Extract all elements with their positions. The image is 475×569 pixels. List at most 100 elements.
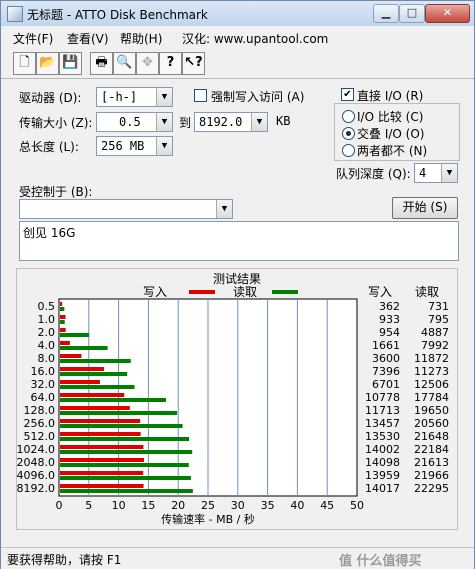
overlapped-io-radio[interactable] [342, 127, 355, 140]
category-label: 8.0 [38, 352, 56, 365]
read-bar [60, 424, 183, 428]
read-value: 19650 [414, 404, 449, 417]
context-help-icon[interactable]: ↖? [182, 52, 205, 75]
read-bar [60, 398, 166, 402]
transfer-to-select[interactable]: 8192.0 ▼ [194, 112, 268, 132]
x-tick-label: 35 [261, 499, 275, 512]
write-bar [60, 380, 100, 384]
read-bar [60, 476, 191, 480]
write-bar [60, 367, 105, 371]
transfer-from-select[interactable]: 0.5 ▼ [96, 112, 173, 132]
write-bar [60, 484, 144, 488]
app-icon [7, 6, 23, 22]
start-button[interactable]: 开始 (S) [392, 197, 458, 219]
write-value: 10778 [365, 391, 400, 404]
results-title: 测试结果 [213, 271, 261, 286]
write-value: 933 [379, 313, 400, 326]
direct-io-checkbox[interactable]: ✔ [341, 88, 354, 101]
chevron-down-icon: ▼ [156, 113, 172, 131]
read-bar [60, 437, 190, 441]
print-icon[interactable]: 🖶 [90, 52, 113, 75]
write-value: 1661 [372, 339, 400, 352]
category-label: 0.5 [38, 300, 56, 313]
x-tick-label: 40 [290, 499, 304, 512]
write-bar [60, 341, 70, 345]
read-value: 21613 [414, 456, 449, 469]
read-bar [60, 385, 135, 389]
write-bar [60, 302, 63, 306]
neither-radio[interactable] [342, 144, 355, 157]
app-window: 无标题 - ATTO Disk Benchmark ▁ □ ✕ 文件(F) 查看… [0, 0, 475, 569]
status-text: 要获得帮助，请按 F1 [7, 553, 122, 567]
read-column-header: 读取 [415, 285, 439, 299]
read-bar [60, 346, 108, 350]
drive-label: 驱动器 (D): [19, 91, 82, 105]
force-write-label: 强制写入访问 (A) [211, 90, 305, 104]
move-icon[interactable]: ✥ [136, 52, 159, 75]
read-bar [60, 359, 131, 363]
help-icon[interactable]: ? [159, 52, 182, 75]
write-bar [60, 393, 125, 397]
read-value: 17784 [414, 391, 449, 404]
save-icon[interactable]: 💾 [59, 52, 82, 75]
print-preview-icon[interactable]: 🔍 [113, 52, 136, 75]
write-bar [60, 432, 141, 436]
read-value: 22295 [414, 482, 449, 495]
read-bar [60, 463, 189, 467]
x-tick-label: 45 [320, 499, 334, 512]
menu-file[interactable]: 文件(F) [13, 30, 53, 47]
read-bar [60, 411, 178, 415]
description-field[interactable]: 创见 16G [19, 221, 459, 261]
io-mode-group: I/O 比较 (C) 交叠 I/O (O) 两者都不 (N) [334, 103, 460, 161]
x-tick-label: 20 [171, 499, 185, 512]
watermark: 值 什么值得买 [339, 554, 422, 569]
drive-value: [-h-] [101, 90, 138, 104]
write-bar [60, 445, 144, 449]
write-value: 13457 [365, 417, 400, 430]
total-length-label: 总长度 (L): [19, 140, 79, 154]
write-bar [60, 315, 66, 319]
read-legend-label: 读取 [233, 285, 257, 299]
force-write-checkbox[interactable] [194, 89, 207, 102]
overlapped-io-label: 交叠 I/O (O) [357, 127, 425, 141]
x-tick-label: 25 [201, 499, 215, 512]
maximize-button[interactable]: □ [399, 4, 425, 23]
read-bar [60, 320, 65, 324]
io-compare-label: I/O 比较 (C) [357, 110, 424, 124]
controlled-by-label: 受控制于 (B): [19, 185, 93, 199]
read-value: 731 [428, 300, 449, 313]
transfer-to-value: 8192.0 [199, 115, 243, 129]
title-bar[interactable]: 无标题 - ATTO Disk Benchmark ▁ □ ✕ [1, 1, 474, 26]
open-folder-icon[interactable]: 📂 [36, 52, 59, 75]
new-file-icon[interactable]: 🗋 [13, 52, 36, 75]
read-value: 21966 [414, 469, 449, 482]
read-bar [60, 489, 193, 493]
minimize-button[interactable]: ▁ [373, 4, 399, 23]
read-value: 11872 [414, 352, 449, 365]
close-button[interactable]: ✕ [425, 4, 470, 23]
write-column-header: 写入 [368, 285, 392, 299]
menu-help[interactable]: 帮助(H) [120, 30, 162, 47]
category-label: 2048.0 [17, 456, 55, 469]
total-length-select[interactable]: 256 MB ▼ [96, 136, 173, 156]
toolbar: 🗋 📂 💾 🖶 🔍 ✥ ? ↖? [1, 48, 474, 79]
read-legend-swatch [272, 290, 298, 294]
read-value: 22184 [414, 443, 449, 456]
write-bar [60, 471, 144, 475]
queue-depth-select[interactable]: 4 ▼ [414, 163, 458, 183]
transfer-from-value: 0.5 [119, 115, 141, 129]
write-value: 7396 [372, 365, 400, 378]
write-legend-label: 写入 [143, 285, 167, 299]
category-label: 8192.0 [17, 482, 55, 495]
drive-select[interactable]: [-h-] ▼ [96, 87, 173, 107]
menu-localization[interactable]: 汉化: www.upantool.com [182, 30, 328, 47]
category-label: 1.0 [38, 313, 56, 326]
io-compare-radio[interactable] [342, 110, 355, 123]
read-value: 795 [428, 313, 449, 326]
controlled-by-select[interactable]: ▼ [19, 199, 233, 219]
x-tick-label: 5 [85, 499, 92, 512]
write-value: 14002 [365, 443, 400, 456]
x-tick-label: 50 [350, 499, 364, 512]
menu-view[interactable]: 查看(V) [67, 30, 109, 47]
write-value: 954 [379, 326, 400, 339]
